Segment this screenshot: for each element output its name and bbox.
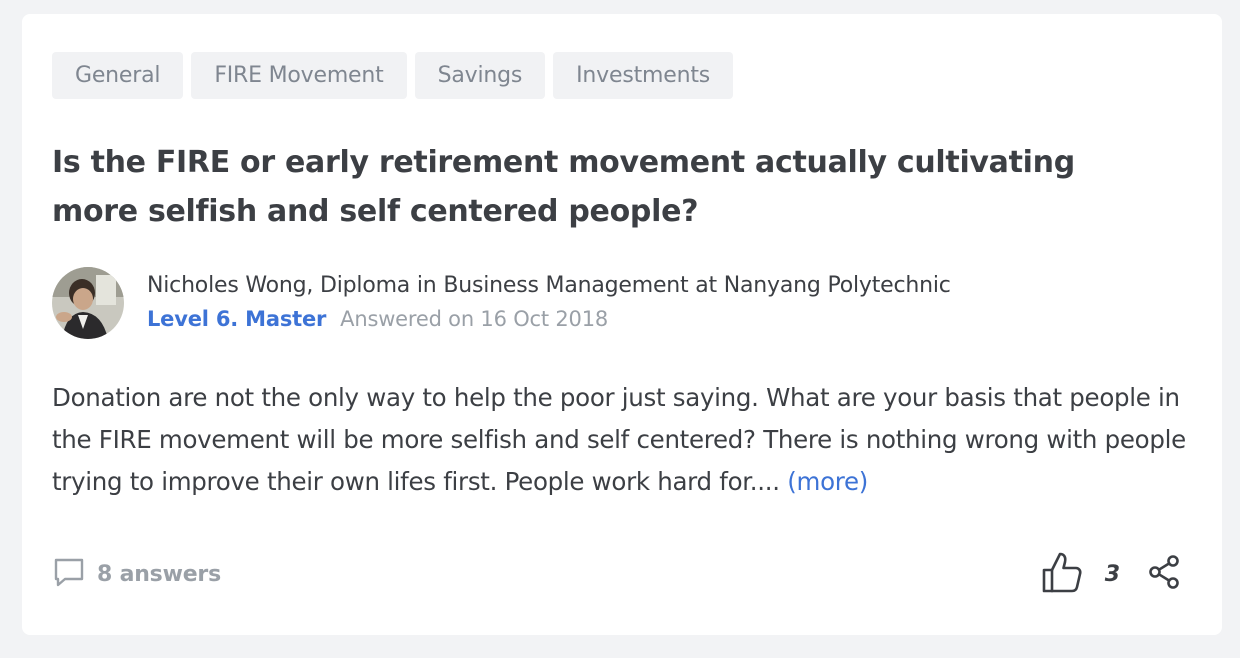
share-button[interactable] xyxy=(1148,554,1182,594)
more-link[interactable]: (more) xyxy=(787,467,868,496)
answers-count: 8 answers xyxy=(97,561,221,587)
author-level[interactable]: Level 6. Master xyxy=(147,307,326,331)
author-block: Nicholes Wong, Diploma in Business Manag… xyxy=(52,267,951,339)
tag-fire-movement[interactable]: FIRE Movement xyxy=(191,52,407,99)
thumbs-up-icon xyxy=(1041,550,1083,598)
author-avatar[interactable] xyxy=(52,267,124,339)
answers-link[interactable]: 8 answers xyxy=(52,555,221,593)
answered-date: Answered on 16 Oct 2018 xyxy=(340,307,609,331)
answer-excerpt: Donation are not the only way to help th… xyxy=(52,377,1202,503)
tag-investments[interactable]: Investments xyxy=(553,52,734,99)
tag-savings[interactable]: Savings xyxy=(414,52,546,99)
author-sub: Level 6. Master Answered on 16 Oct 2018 xyxy=(147,301,951,337)
action-bar: 3 xyxy=(1041,550,1182,598)
author-meta: Nicholes Wong, Diploma in Business Manag… xyxy=(147,271,951,337)
question-card: General FIRE Movement Savings Investment… xyxy=(22,14,1222,635)
tag-list: General FIRE Movement Savings Investment… xyxy=(52,52,734,99)
tag-general[interactable]: General xyxy=(52,52,184,99)
share-icon xyxy=(1148,554,1182,594)
like-button[interactable]: 3 xyxy=(1041,550,1120,598)
author-name[interactable]: Nicholes Wong, Diploma in Business Manag… xyxy=(147,271,951,301)
like-count: 3 xyxy=(1104,561,1120,587)
speech-bubble-icon xyxy=(52,555,86,593)
answer-text: Donation are not the only way to help th… xyxy=(52,383,1186,496)
question-title[interactable]: Is the FIRE or early retirement movement… xyxy=(52,138,1162,236)
